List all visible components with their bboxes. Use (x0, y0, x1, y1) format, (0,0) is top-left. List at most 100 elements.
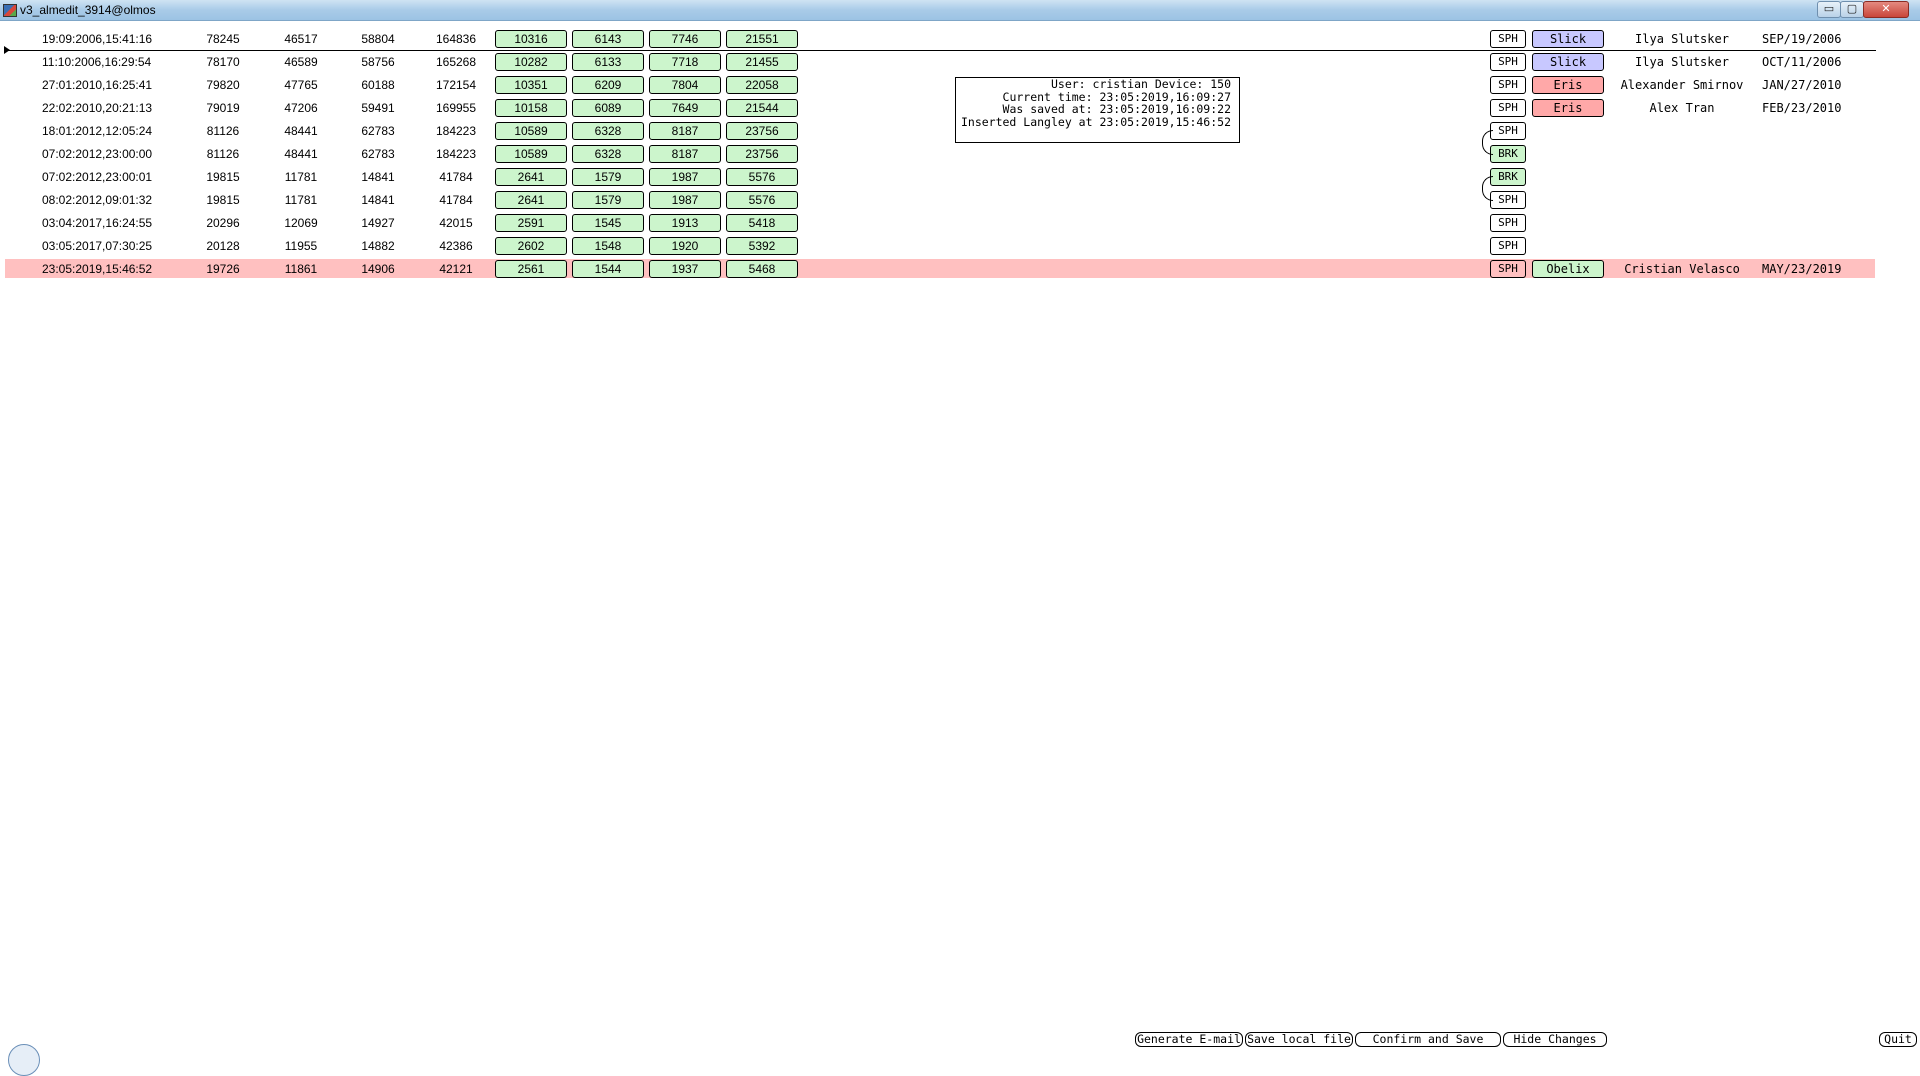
row-value-total: 164836 (435, 32, 477, 46)
row-type-tag[interactable]: SPH (1490, 237, 1526, 255)
row-type-tag[interactable]: BRK (1490, 168, 1526, 186)
value-box-total[interactable]: 21544 (726, 99, 798, 117)
row-timestamp: 18:01:2012,12:05:24 (42, 124, 153, 138)
value-box-total[interactable]: 23756 (726, 122, 798, 140)
row-type-tag[interactable]: SPH (1490, 260, 1526, 278)
row-value-3: 59491 (361, 101, 395, 115)
value-box-total[interactable]: 22058 (726, 76, 798, 94)
row-value-1: 19815 (206, 193, 240, 207)
value-box-1[interactable]: 10589 (495, 122, 567, 140)
value-box-2[interactable]: 1579 (572, 168, 644, 186)
row-timestamp: 07:02:2012,23:00:00 (42, 147, 153, 161)
value-box-3[interactable]: 1913 (649, 214, 721, 232)
value-box-1[interactable]: 10351 (495, 76, 567, 94)
value-box-2[interactable]: 6328 (572, 122, 644, 140)
row-value-total: 169955 (435, 101, 477, 115)
start-orb-icon[interactable] (8, 1044, 40, 1076)
table-row[interactable]: 07:02:2012,23:00:01 19815 11781 14841 41784 2… (0, 167, 1920, 190)
value-box-3[interactable]: 1987 (649, 191, 721, 209)
value-box-1[interactable]: 2591 (495, 214, 567, 232)
value-box-total[interactable]: 21551 (726, 30, 798, 48)
value-box-total[interactable]: 21455 (726, 53, 798, 71)
value-box-total[interactable]: 23756 (726, 145, 798, 163)
minimize-button[interactable]: ▭ (1817, 1, 1841, 18)
value-box-1[interactable]: 10282 (495, 53, 567, 71)
value-box-1[interactable]: 10316 (495, 30, 567, 48)
save-local-file-button[interactable]: Save local file (1245, 1032, 1353, 1047)
quit-button[interactable]: Quit (1879, 1032, 1917, 1047)
value-box-2[interactable]: 6089 (572, 99, 644, 117)
value-box-1[interactable]: 2602 (495, 237, 567, 255)
table-row[interactable]: 19:09:2006,15:41:16 78245 46517 58804 164836… (0, 29, 1920, 52)
value-box-3[interactable]: 7804 (649, 76, 721, 94)
value-box-3[interactable]: 7746 (649, 30, 721, 48)
table-row[interactable]: 08:02:2012,09:01:32 19815 11781 14841 41784 2… (0, 190, 1920, 213)
value-box-1[interactable]: 2641 (495, 191, 567, 209)
window-titlebar[interactable]: v3_almedit_3914@olmos ▭ ▢ ✕ (0, 0, 1920, 21)
row-value-2: 46517 (284, 32, 318, 46)
row-type-tag[interactable]: SPH (1490, 99, 1526, 117)
row-type-tag[interactable]: BRK (1490, 145, 1526, 163)
row-type-tag[interactable]: SPH (1490, 53, 1526, 71)
confirm-and-save-button[interactable]: Confirm and Save (1355, 1032, 1501, 1047)
row-value-total: 42386 (439, 239, 473, 253)
value-box-total[interactable]: 5576 (726, 191, 798, 209)
hide-changes-button[interactable]: Hide Changes (1503, 1032, 1607, 1047)
value-box-3[interactable]: 8187 (649, 145, 721, 163)
close-button[interactable]: ✕ (1863, 1, 1909, 18)
value-box-2[interactable]: 6328 (572, 145, 644, 163)
table-row-current[interactable]: 23:05:2019,15:46:52 19726 11861 14906 42121 2… (0, 259, 1920, 282)
value-box-2[interactable]: 1548 (572, 237, 644, 255)
reviewer-pill[interactable]: Slick (1532, 53, 1604, 71)
value-box-1[interactable]: 10589 (495, 145, 567, 163)
value-box-1[interactable]: 10158 (495, 99, 567, 117)
value-box-3[interactable]: 1920 (649, 237, 721, 255)
row-type-tag[interactable]: SPH (1490, 30, 1526, 48)
value-box-2[interactable]: 6209 (572, 76, 644, 94)
row-value-1: 19726 (206, 262, 240, 276)
row-timestamp: 22:02:2010,20:21:13 (42, 101, 153, 115)
row-timestamp: 11:10:2006,16:29:54 (42, 55, 152, 69)
row-timestamp: 27:01:2010,16:25:41 (42, 78, 153, 92)
value-box-3[interactable]: 8187 (649, 122, 721, 140)
reviewer-pill[interactable]: Obelix (1532, 260, 1604, 278)
row-date: FEB/23/2010 (1762, 101, 1842, 115)
table-row[interactable]: 07:02:2012,23:00:00 81126 48441 62783 184223… (0, 144, 1920, 167)
row-type-tag[interactable]: SPH (1490, 214, 1526, 232)
value-box-3[interactable]: 7649 (649, 99, 721, 117)
generate-email-button[interactable]: Generate E-mail (1135, 1032, 1243, 1047)
value-box-total[interactable]: 5418 (726, 214, 798, 232)
value-box-3[interactable]: 7718 (649, 53, 721, 71)
value-box-1[interactable]: 2561 (495, 260, 567, 278)
row-value-3: 62783 (361, 147, 395, 161)
row-type-tag[interactable]: SPH (1490, 76, 1526, 94)
row-value-3: 58804 (361, 32, 395, 46)
row-value-1: 81126 (206, 124, 240, 138)
reviewer-pill[interactable]: Slick (1532, 30, 1604, 48)
row-type-tag[interactable]: SPH (1490, 191, 1526, 209)
value-box-2[interactable]: 1544 (572, 260, 644, 278)
reviewer-pill[interactable]: Eris (1532, 76, 1604, 94)
table-row[interactable]: 11:10:2006,16:29:54 78170 46589 58756 165268… (0, 52, 1920, 75)
row-type-tag[interactable]: SPH (1490, 122, 1526, 140)
value-box-3[interactable]: 1937 (649, 260, 721, 278)
row-value-3: 14927 (361, 216, 395, 230)
row-value-3: 60188 (361, 78, 395, 92)
value-box-total[interactable]: 5468 (726, 260, 798, 278)
value-box-3[interactable]: 1987 (649, 168, 721, 186)
maximize-button[interactable]: ▢ (1840, 1, 1864, 18)
value-box-2[interactable]: 1579 (572, 191, 644, 209)
value-box-total[interactable]: 5576 (726, 168, 798, 186)
row-timestamp: 23:05:2019,15:46:52 (42, 262, 153, 276)
value-box-1[interactable]: 2641 (495, 168, 567, 186)
value-box-2[interactable]: 6133 (572, 53, 644, 71)
value-box-total[interactable]: 5392 (726, 237, 798, 255)
table-row[interactable]: 03:04:2017,16:24:55 20296 12069 14927 42015 2… (0, 213, 1920, 236)
row-value-2: 11861 (284, 262, 318, 276)
table-row[interactable]: 03:05:2017,07:30:25 20128 11955 14882 42386 2… (0, 236, 1920, 259)
value-box-2[interactable]: 1545 (572, 214, 644, 232)
app-icon (3, 4, 17, 17)
value-box-2[interactable]: 6143 (572, 30, 644, 48)
reviewer-pill[interactable]: Eris (1532, 99, 1604, 117)
row-value-total: 172154 (435, 78, 477, 92)
